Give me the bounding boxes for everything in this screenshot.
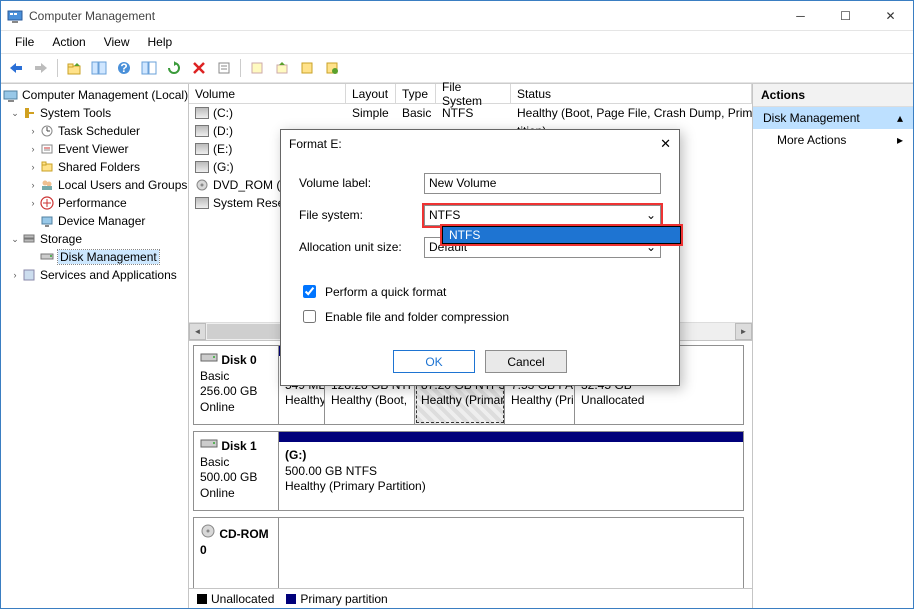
titlebar[interactable]: Computer Management ─ ☐ ✕ [1,1,913,31]
col-layout[interactable]: Layout [346,84,396,103]
expand-icon[interactable]: › [27,162,39,172]
quick-format-checkbox[interactable]: Perform a quick format [299,282,661,301]
col-type[interactable]: Type [396,84,436,103]
toolbar-btn-11[interactable] [271,57,293,79]
disk-row[interactable]: Disk 1Basic500.00 GBOnline(G:)500.00 GB … [193,431,744,511]
show-hide-button[interactable] [88,57,110,79]
ok-button[interactable]: OK [393,350,475,373]
menu-help[interactable]: Help [140,33,181,51]
menubar: File Action View Help [1,31,913,53]
svg-text:?: ? [120,61,127,75]
expand-icon[interactable]: › [27,144,39,154]
file-system-label: File system: [299,208,424,222]
dialog-titlebar[interactable]: Format E: ✕ [281,130,679,158]
minimize-button[interactable]: ─ [778,1,823,30]
volume-label-label: Volume label: [299,176,424,190]
allocation-size-label: Allocation unit size: [299,240,424,254]
refresh-button[interactable] [163,57,185,79]
legend-primary-label: Primary partition [300,592,387,606]
expand-icon[interactable]: › [27,180,39,190]
expand-icon[interactable]: › [27,126,39,136]
collapse-icon[interactable]: ⌄ [9,108,21,119]
app-icon [7,8,23,24]
legend-primary-swatch [286,594,296,604]
up-button[interactable] [63,57,85,79]
partition-box[interactable]: (G:)500.00 GB NTFSHealthy (Primary Parti… [279,442,743,510]
chevron-down-icon: ⌄ [646,208,656,222]
help-button[interactable]: ? [113,57,135,79]
actions-header: Actions [753,84,913,107]
col-volume[interactable]: Volume [189,84,346,103]
disk-info: Disk 0Basic256.00 GBOnline [194,346,279,424]
expand-icon[interactable]: › [9,270,21,280]
maximize-button[interactable]: ☐ [823,1,868,30]
volume-header-row: Volume Layout Type File System Status [189,84,752,104]
dialog-close-button[interactable]: ✕ [641,136,671,152]
menu-file[interactable]: File [7,33,42,51]
window-title: Computer Management [29,9,778,23]
submenu-arrow-icon: ▸ [897,133,903,147]
legend-unallocated-swatch [197,594,207,604]
menu-view[interactable]: View [96,33,138,51]
fs-option-ntfs[interactable]: NTFS [443,227,680,243]
toolbar-btn-6[interactable] [138,57,160,79]
file-system-select[interactable]: NTFS ⌄ [424,205,661,226]
actions-more-actions[interactable]: More Actions▸ [753,129,913,151]
col-status[interactable]: Status [511,84,752,103]
properties-button[interactable] [213,57,235,79]
actions-pane: Actions Disk Management▴ More Actions▸ [753,84,913,608]
computer-management-window: Computer Management ─ ☐ ✕ File Action Vi… [0,0,914,609]
tree-disk-management[interactable]: Disk Management [1,248,188,266]
collapse-icon[interactable]: ⌄ [9,234,21,245]
tree-pane[interactable]: Computer Management (Local) ⌄ System Too… [1,84,189,608]
tree-storage[interactable]: ⌄Storage [1,230,188,248]
tree-event-viewer[interactable]: ›Event Viewer [1,140,188,158]
volume-row[interactable]: (C:)SimpleBasicNTFSHealthy (Boot, Page F… [189,104,752,122]
legend: Unallocated Primary partition [189,588,752,608]
toolbar-btn-10[interactable] [246,57,268,79]
disk-row[interactable]: CD-ROM 0 [193,517,744,588]
delete-button[interactable] [188,57,210,79]
col-fs[interactable]: File System [436,84,511,103]
dialog-title: Format E: [289,137,641,151]
compression-checkbox[interactable]: Enable file and folder compression [299,307,661,326]
format-dialog: Format E: ✕ Volume label: File system: N… [280,129,680,386]
expand-icon[interactable]: › [27,198,39,208]
tree-root[interactable]: Computer Management (Local) [1,86,188,104]
scroll-left-icon[interactable]: ◄ [189,323,206,340]
toolbar-btn-13[interactable] [321,57,343,79]
tree-local-users[interactable]: ›Local Users and Groups [1,176,188,194]
disk-info: Disk 1Basic500.00 GBOnline [194,432,279,510]
scroll-right-icon[interactable]: ► [735,323,752,340]
toolbar-btn-12[interactable] [296,57,318,79]
tree-services-apps[interactable]: ›Services and Applications [1,266,188,284]
tree-device-manager[interactable]: Device Manager [1,212,188,230]
disk-info: CD-ROM 0 [194,518,279,588]
tree-performance[interactable]: ›Performance [1,194,188,212]
file-system-dropdown[interactable]: NTFS [442,226,681,244]
back-button[interactable] [5,57,27,79]
tree-system-tools[interactable]: ⌄ System Tools [1,104,188,122]
legend-unallocated-label: Unallocated [211,592,274,606]
menu-action[interactable]: Action [44,33,93,51]
cancel-button[interactable]: Cancel [485,350,567,373]
volume-label-input[interactable] [424,173,661,194]
close-button[interactable]: ✕ [868,1,913,30]
collapse-arrow-icon: ▴ [897,111,903,125]
toolbar: ? [1,53,913,83]
tree-task-scheduler[interactable]: ›Task Scheduler [1,122,188,140]
actions-disk-management[interactable]: Disk Management▴ [753,107,913,129]
forward-button[interactable] [30,57,52,79]
tree-shared-folders[interactable]: ›Shared Folders [1,158,188,176]
